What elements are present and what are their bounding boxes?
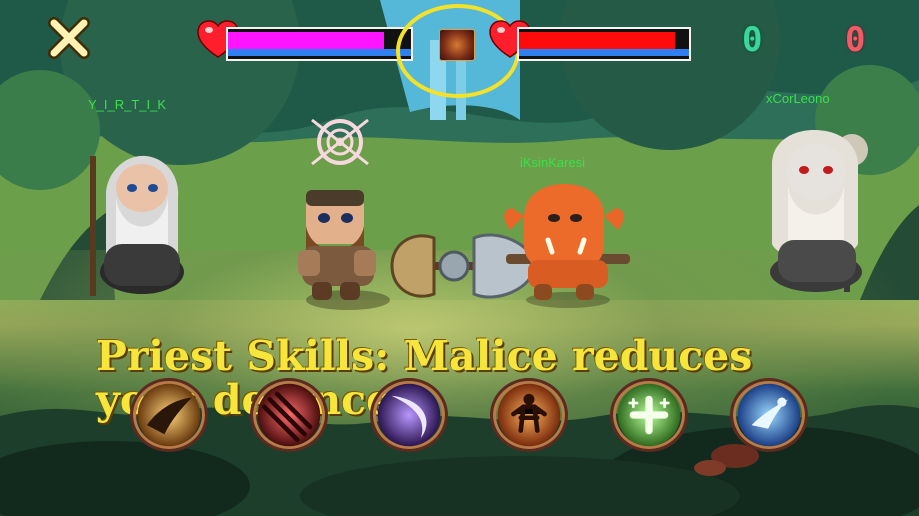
- target-icon: [311, 118, 369, 166]
- close-button[interactable]: [45, 14, 93, 62]
- close-icon: [48, 17, 90, 59]
- right-wizard-character: [770, 130, 868, 292]
- power-stance-icon: [497, 383, 561, 447]
- skill-button-6[interactable]: [730, 378, 808, 452]
- left-wizard-character: [90, 155, 184, 296]
- dash-icon: [137, 383, 201, 447]
- skill-button-5[interactable]: [610, 378, 688, 452]
- skill-button-3[interactable]: [370, 378, 448, 452]
- blink-icon: [737, 383, 801, 447]
- left-health-bar: [226, 27, 413, 61]
- player-name-orc: iKsinKaresi: [520, 155, 586, 170]
- score-right: 0: [845, 20, 866, 60]
- crescent-slash-icon: [377, 383, 441, 447]
- score-left: 0: [742, 20, 763, 60]
- player-name-right: xCorLeono: [766, 91, 830, 106]
- claw-slash-icon: [257, 383, 321, 447]
- game-scene: 0 0 Y_I_R_T_I_K xCorLeono iKsinKaresi Pr…: [0, 0, 919, 516]
- skill-button-1[interactable]: [130, 378, 208, 452]
- right-health-fill: [519, 32, 676, 50]
- skill-button-2[interactable]: [250, 378, 328, 452]
- left-health-fill: [228, 32, 384, 50]
- skill-button-4[interactable]: [490, 378, 568, 452]
- player-name-left: Y_I_R_T_I_K: [88, 97, 167, 112]
- right-health-bar: [517, 27, 691, 61]
- orc-character: [504, 184, 630, 308]
- healing-cross-icon: [617, 383, 681, 447]
- right-mana-fill: [519, 49, 689, 56]
- left-mana-fill: [228, 49, 411, 56]
